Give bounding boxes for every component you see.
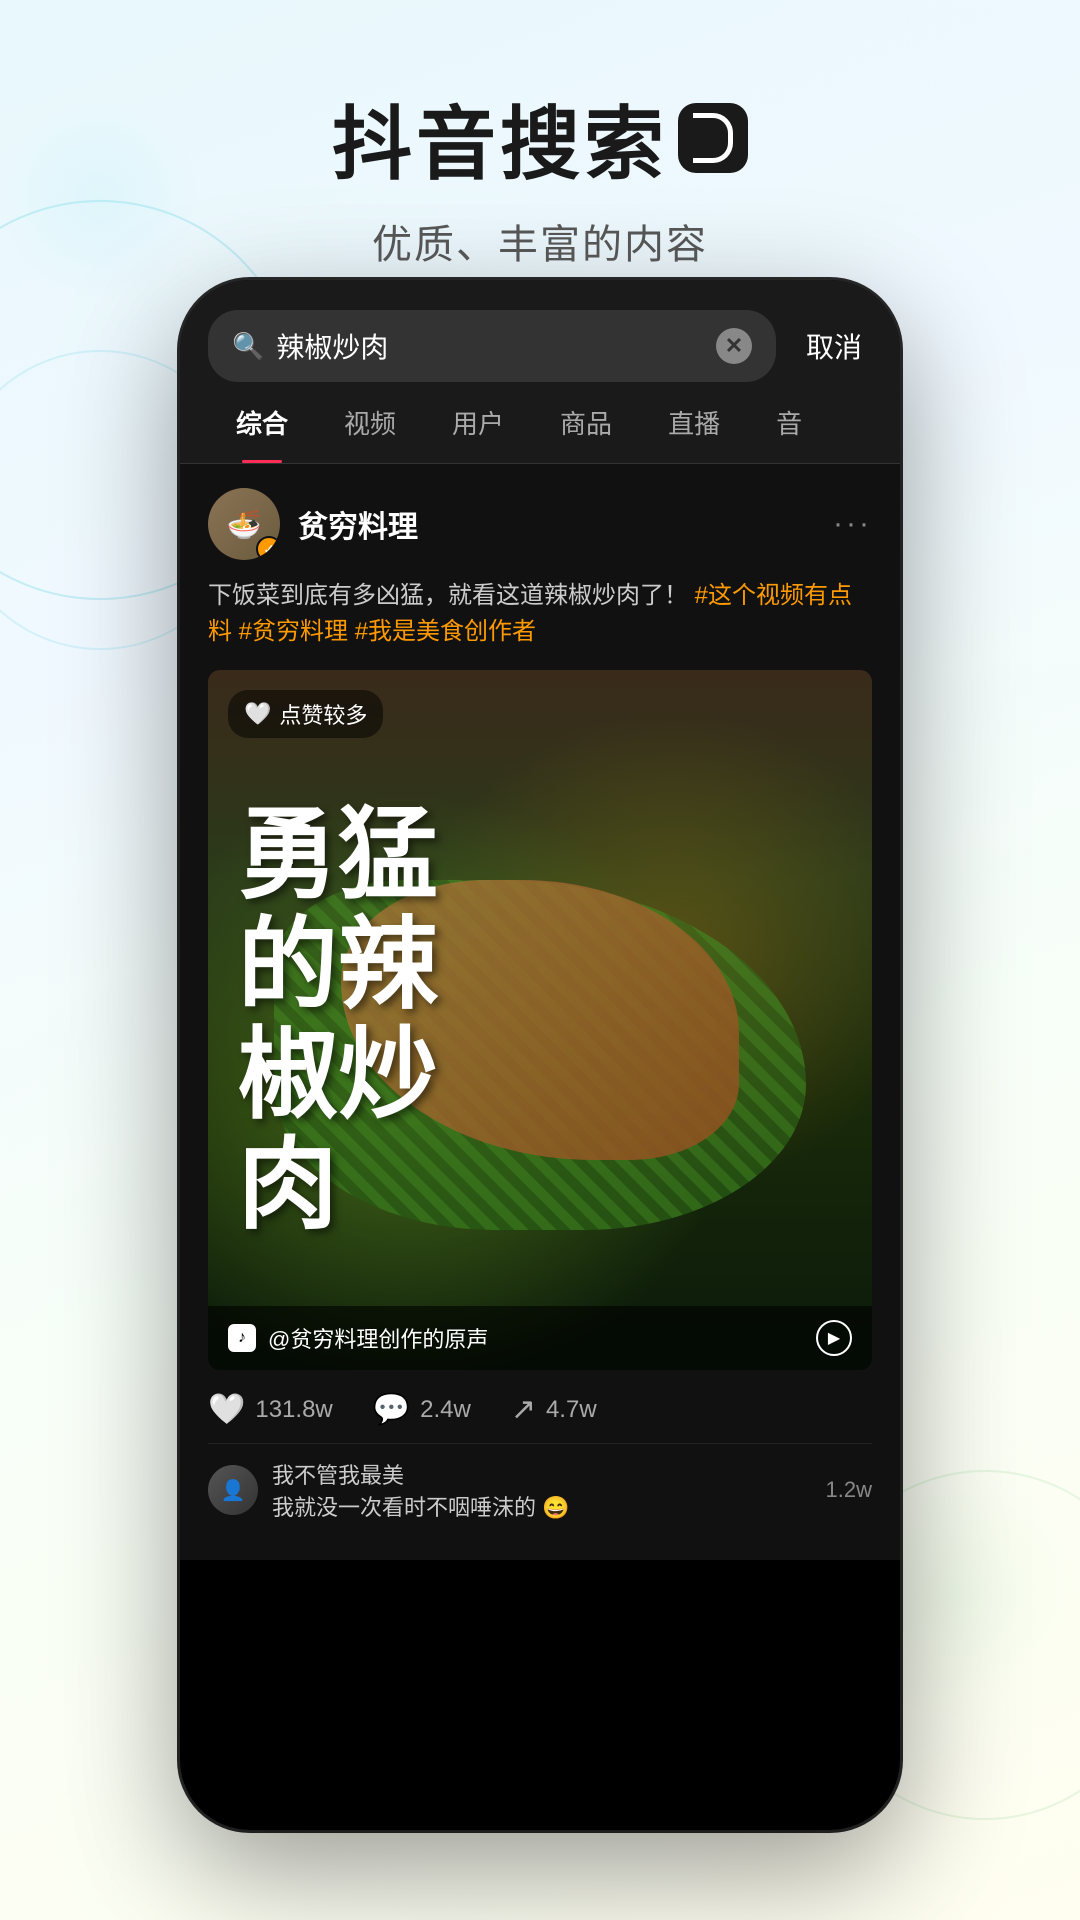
tab-商品[interactable]: 商品 (532, 382, 640, 463)
tab-label-视频: 视频 (344, 409, 396, 439)
tabs-bar: 综合 视频 用户 商品 直播 音 (180, 382, 900, 464)
audio-bar: ♪ @贫穷料理创作的原声 ▶ (208, 1306, 872, 1370)
search-icon: 🔍 (232, 331, 264, 362)
likes-count: 131.8w (255, 1396, 332, 1424)
tab-label-用户: 用户 (452, 409, 504, 439)
comment-content: 我就没一次看时不咽唾沫的 😄 (272, 1490, 570, 1522)
app-title: 抖音搜索 (0, 80, 1080, 196)
cancel-search-button[interactable]: 取消 (796, 326, 872, 366)
commenter-avatar: 👤 (208, 1465, 258, 1515)
post-description: 下饭菜到底有多凶猛，就看这道辣椒炒肉了！ #这个视频有点料 #贫穷料理 #我是美… (208, 578, 872, 650)
hashtag-3[interactable]: #我是美食创作者 (355, 618, 536, 645)
phone-mockup: 🔍 辣椒炒肉 ✕ 取消 综合 视频 用户 商品 (180, 280, 900, 1830)
commenter-avatar-icon: 👤 (221, 1478, 246, 1503)
content-area: 🍜 ✓ 贫穷料理 ··· 下饭菜到底有多凶猛，就看这道辣椒炒肉了！ #这个视频有… (180, 464, 900, 1560)
share-button[interactable]: ↗ 4.7w (511, 1392, 597, 1427)
verified-badge: ✓ (256, 536, 280, 560)
video-thumbnail[interactable]: 🤍 点赞较多 勇猛的辣椒炒肉 ♪ @贫穷料理创作的原声 ▶ (208, 670, 872, 1370)
tab-用户[interactable]: 用户 (424, 382, 532, 463)
comments-count: 2.4w (420, 1396, 471, 1424)
shares-count: 4.7w (546, 1396, 597, 1424)
tiktok-small-icon: ♪ (228, 1324, 256, 1352)
hashtag-2[interactable]: #贫穷料理 (239, 618, 348, 645)
comment-icon: 💬 (373, 1392, 410, 1427)
app-subtitle: 优质、丰富的内容 (0, 212, 1080, 270)
comment-preview: 👤 我不管我最美 我就没一次看时不咽唾沫的 😄 1.2w (208, 1443, 872, 1536)
user-avatar: 🍜 ✓ (208, 488, 280, 560)
app-title-text: 抖音搜索 (332, 80, 668, 196)
tab-综合[interactable]: 综合 (208, 382, 316, 463)
header-section: 抖音搜索 优质、丰富的内容 (0, 0, 1080, 310)
search-box[interactable]: 🔍 辣椒炒肉 ✕ (208, 310, 776, 382)
tab-直播[interactable]: 直播 (640, 382, 748, 463)
tab-视频[interactable]: 视频 (316, 382, 424, 463)
tab-label-直播: 直播 (668, 409, 720, 439)
search-query: 辣椒炒肉 (276, 326, 704, 366)
user-name: 贫穷料理 (298, 502, 418, 546)
clear-search-button[interactable]: ✕ (716, 328, 752, 364)
tab-音[interactable]: 音 (748, 382, 830, 463)
interaction-bar: 🤍 131.8w 💬 2.4w ↗ 4.7w (208, 1370, 872, 1443)
post-user-card: 🍜 ✓ 贫穷料理 ··· (208, 488, 872, 560)
avatar-icon: 🍜 (227, 508, 262, 541)
heart-icon: 🤍 (208, 1392, 245, 1427)
audio-text: @贫穷料理创作的原声 (268, 1322, 804, 1354)
tab-label-商品: 商品 (560, 409, 612, 439)
video-big-text: 勇猛的辣椒炒肉 (238, 800, 438, 1240)
tiktok-logo-icon (678, 103, 748, 173)
comments-button[interactable]: 💬 2.4w (373, 1392, 471, 1427)
tab-label-音: 音 (776, 409, 802, 439)
comment-count: 1.2w (826, 1477, 872, 1503)
share-icon: ↗ (511, 1392, 536, 1427)
commenter-name: 我不管我最美 (272, 1458, 570, 1490)
tab-label-综合: 综合 (236, 409, 288, 439)
video-text-overlay: 勇猛的辣椒炒肉 (208, 670, 872, 1370)
phone-frame: 🔍 辣椒炒肉 ✕ 取消 综合 视频 用户 商品 (180, 280, 900, 1830)
phone-screen: 🔍 辣椒炒肉 ✕ 取消 综合 视频 用户 商品 (180, 280, 900, 1830)
more-options-button[interactable]: ··· (833, 507, 872, 541)
post-desc-text: 下饭菜到底有多凶猛，就看这道辣椒炒肉了！ (208, 582, 688, 609)
likes-button[interactable]: 🤍 131.8w (208, 1392, 333, 1427)
play-button[interactable]: ▶ (816, 1320, 852, 1356)
